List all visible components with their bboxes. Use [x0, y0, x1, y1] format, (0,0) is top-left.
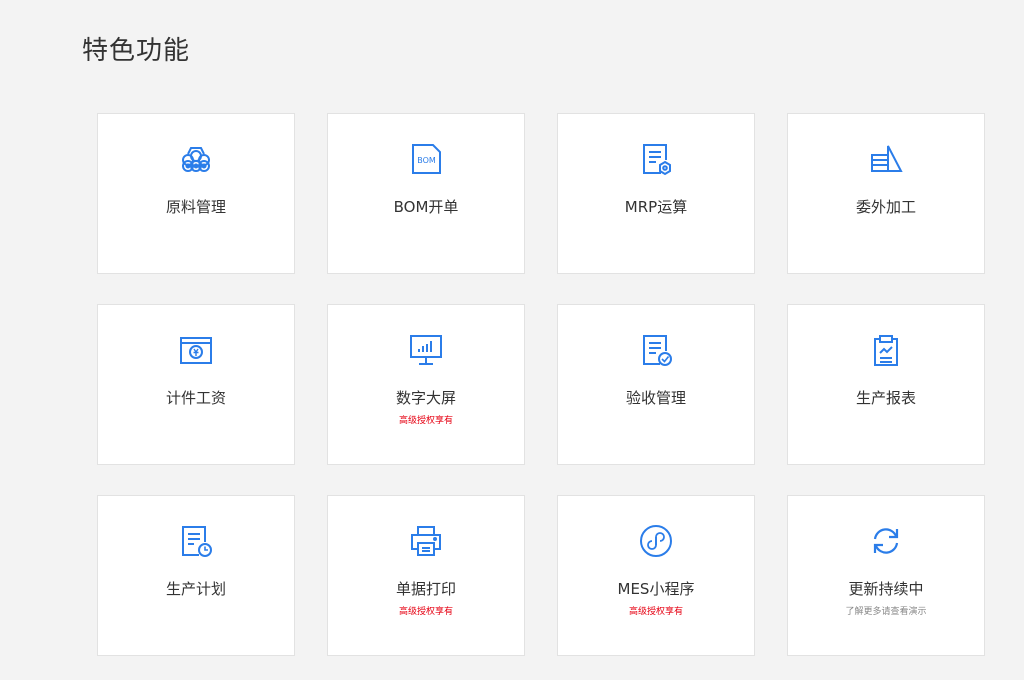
premium-note: 高级授权享有 [628, 607, 683, 617]
feature-card-plan[interactable]: 生产计划 [97, 495, 295, 656]
feature-card-acceptance[interactable]: 验收管理 [557, 304, 755, 465]
clipboard-chart-icon [869, 333, 903, 367]
document-check-icon [639, 333, 673, 367]
demo-note: 了解更多请查看演示 [845, 607, 927, 617]
document-clock-icon [179, 524, 213, 558]
feature-label: BOM开单 [393, 198, 459, 216]
monitor-chart-icon [409, 333, 443, 367]
feature-card-updating[interactable]: 更新持续中 了解更多请查看演示 [787, 495, 985, 656]
premium-note: 高级授权享有 [398, 416, 453, 426]
feature-label: MRP运算 [624, 198, 688, 216]
feature-card-mes-miniprogram[interactable]: MES小程序 高级授权享有 [557, 495, 755, 656]
feature-label: 验收管理 [625, 389, 686, 407]
feature-card-wage[interactable]: 计件工资 [97, 304, 295, 465]
materials-icon [179, 142, 213, 176]
mini-program-icon [639, 524, 673, 558]
feature-label: 单据打印 [395, 580, 456, 598]
outsourcing-icon [869, 142, 903, 176]
feature-card-report[interactable]: 生产报表 [787, 304, 985, 465]
feature-card-dashboard[interactable]: 数字大屏 高级授权享有 [327, 304, 525, 465]
feature-label: 生产报表 [855, 389, 916, 407]
feature-label: 原料管理 [165, 198, 226, 216]
feature-label: 生产计划 [165, 580, 226, 598]
feature-card-outsourcing[interactable]: 委外加工 [787, 113, 985, 274]
wage-icon [179, 333, 213, 367]
feature-label: 计件工资 [165, 389, 226, 407]
feature-card-mrp[interactable]: MRP运算 [557, 113, 755, 274]
document-gear-icon [639, 142, 673, 176]
feature-label: 更新持续中 [848, 580, 924, 598]
feature-card-materials[interactable]: 原料管理 [97, 113, 295, 274]
page-title: 特色功能 [82, 36, 191, 66]
feature-card-bom[interactable]: BOM BOM开单 [327, 113, 525, 274]
bom-icon-text: BOM [417, 156, 436, 165]
refresh-icon [869, 524, 903, 558]
feature-label: 数字大屏 [395, 389, 456, 407]
feature-label: 委外加工 [855, 198, 916, 216]
premium-note: 高级授权享有 [398, 607, 453, 617]
feature-label: MES小程序 [617, 580, 695, 598]
printer-icon [409, 524, 443, 558]
bom-file-icon: BOM [409, 142, 443, 176]
feature-grid: 原料管理 BOM BOM开单 MRP运算 委外加工 计件工资 数字大屏 高级授权… [97, 113, 985, 656]
feature-card-print[interactable]: 单据打印 高级授权享有 [327, 495, 525, 656]
